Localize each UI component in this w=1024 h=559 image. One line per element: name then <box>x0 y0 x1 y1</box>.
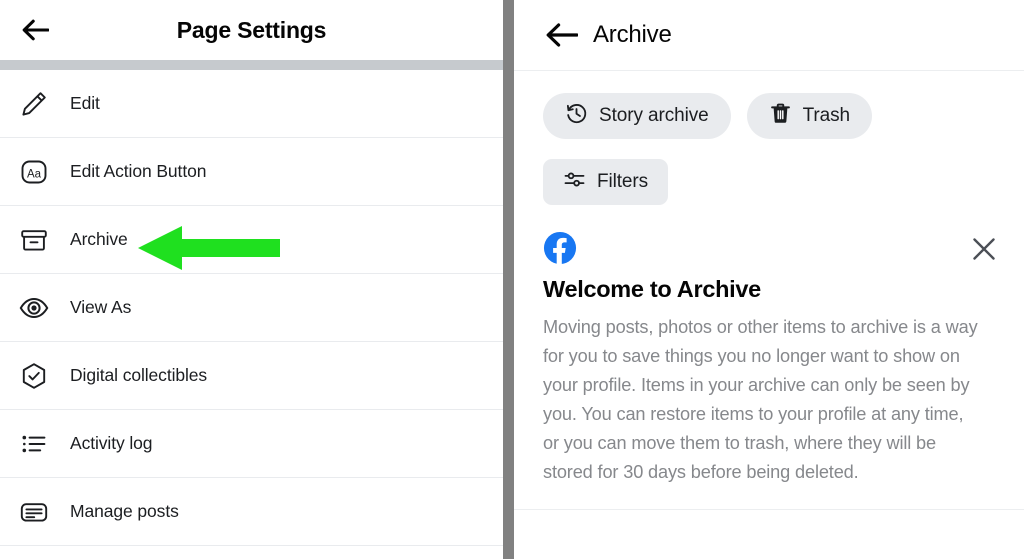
facebook-logo-icon <box>543 231 577 265</box>
panel-divider <box>503 0 514 559</box>
archive-title: Archive <box>593 21 672 48</box>
sidebar-item-label: Edit <box>70 93 100 113</box>
close-notice-button[interactable] <box>966 231 1002 267</box>
sidebar-item-view-as[interactable]: View As <box>0 274 503 342</box>
app-screen: Page Settings Edit Aa Edit Action Button… <box>0 0 1024 559</box>
welcome-body: Moving posts, photos or other items to a… <box>543 317 978 482</box>
close-icon <box>973 238 995 260</box>
filters-button[interactable]: Filters <box>543 159 669 205</box>
bullet-list-icon <box>16 426 52 462</box>
sidebar-item-activity-log[interactable]: Activity log <box>0 410 503 478</box>
archive-tab-chips: Story archive Trash <box>514 71 1024 139</box>
chip-label: Story archive <box>599 105 709 126</box>
pencil-icon <box>16 86 52 122</box>
arrow-left-icon <box>22 19 49 41</box>
sidebar-item-label: View As <box>70 297 132 317</box>
filters-row: Filters <box>514 139 1024 205</box>
svg-text:Aa: Aa <box>27 168 42 180</box>
story-archive-chip[interactable]: Story archive <box>543 93 731 139</box>
sidebar-item-label: Edit Action Button <box>70 161 207 181</box>
sidebar-item-label: Manage posts <box>70 501 179 521</box>
filters-label: Filters <box>597 171 649 192</box>
section-separator-band <box>0 60 503 70</box>
back-button-right[interactable] <box>541 15 581 55</box>
text-box-icon: Aa <box>16 154 52 190</box>
post-lines-icon <box>16 494 52 530</box>
right-panel-header: Archive <box>514 0 1024 71</box>
sidebar-item-edit[interactable]: Edit <box>0 70 503 138</box>
sliders-icon <box>563 168 586 196</box>
sidebar-item-label: Archive <box>70 229 128 249</box>
back-button-left[interactable] <box>18 13 52 47</box>
sidebar-item-label: Digital collectibles <box>70 365 208 385</box>
left-panel-header: Page Settings <box>0 0 503 60</box>
sidebar-item-label: Activity log <box>70 433 153 453</box>
sidebar-item-archive[interactable]: Archive <box>0 206 503 274</box>
sidebar-item-manage-posts[interactable]: Manage posts <box>0 478 503 546</box>
page-title: Page Settings <box>176 16 327 43</box>
page-settings-panel: Page Settings Edit Aa Edit Action Button… <box>0 0 503 559</box>
chip-label: Trash <box>802 105 850 126</box>
trash-icon <box>769 102 792 130</box>
eye-icon <box>16 290 52 326</box>
archive-panel: Archive Story archive Trash Filters Welc… <box>514 0 1024 559</box>
hexagon-check-icon <box>16 358 52 394</box>
sidebar-item-digital-collectibles[interactable]: Digital collectibles <box>0 342 503 410</box>
sidebar-item-edit-action-button[interactable]: Aa Edit Action Button <box>0 138 503 206</box>
welcome-notice: Welcome to Archive Moving posts, photos … <box>514 205 1024 510</box>
history-clock-icon <box>565 102 588 130</box>
trash-chip[interactable]: Trash <box>746 93 872 139</box>
arrow-left-icon <box>546 23 578 47</box>
archive-box-icon <box>16 222 52 258</box>
welcome-title: Welcome to Archive <box>543 276 761 302</box>
settings-list: Edit Aa Edit Action Button Archive View … <box>0 70 503 546</box>
